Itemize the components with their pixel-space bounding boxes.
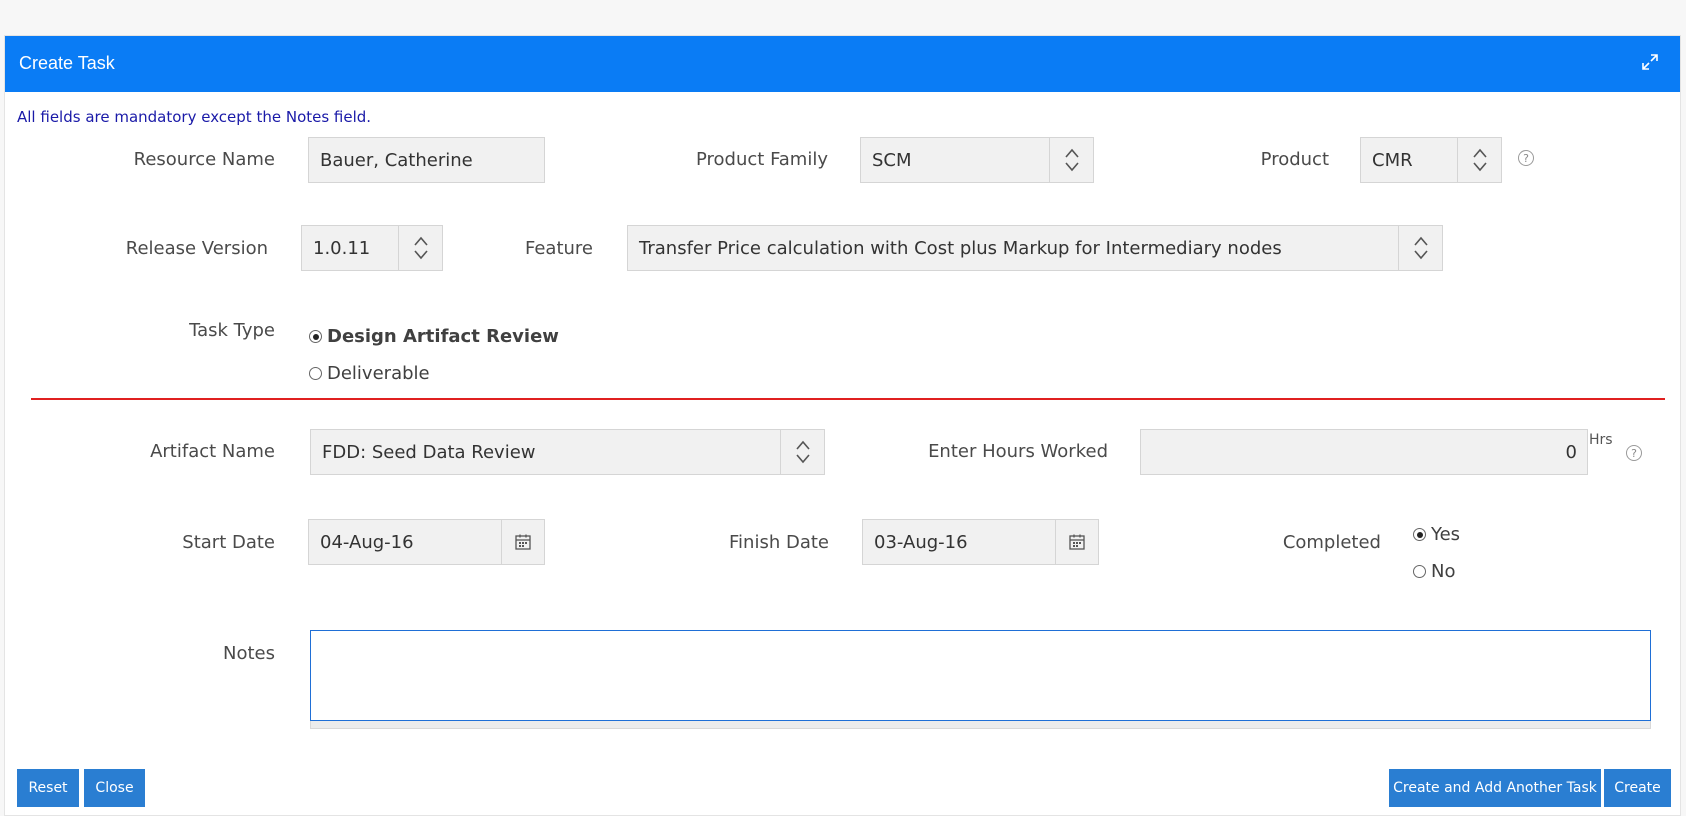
dialog-titlebar: Create Task xyxy=(5,36,1680,92)
resource-name-field[interactable]: Bauer, Catherine xyxy=(308,137,545,183)
create-button[interactable]: Create xyxy=(1604,769,1671,807)
calendar-icon[interactable] xyxy=(501,519,545,565)
updown-chevron-icon[interactable] xyxy=(1049,138,1093,182)
completed-radio-yes[interactable]: Yes xyxy=(1413,524,1460,545)
hours-worked-input[interactable]: 0 xyxy=(1140,429,1588,475)
radio-selected-icon xyxy=(1413,528,1426,541)
create-and-add-another-button[interactable]: Create and Add Another Task xyxy=(1389,769,1601,807)
radio-label: Design Artifact Review xyxy=(327,326,559,347)
completed-radio-no[interactable]: No xyxy=(1413,561,1455,582)
finish-date-input[interactable]: 03-Aug-16 xyxy=(862,519,1056,565)
radio-label: No xyxy=(1431,561,1456,582)
feature-select[interactable]: Transfer Price calculation with Cost plu… xyxy=(627,225,1443,271)
release-version-label: Release Version xyxy=(125,238,268,259)
close-button[interactable]: Close xyxy=(84,769,145,807)
hours-worked-value: 0 xyxy=(1565,441,1577,463)
updown-chevron-icon[interactable] xyxy=(1457,138,1501,182)
product-select[interactable]: CMR xyxy=(1360,137,1502,183)
finish-date-label: Finish Date xyxy=(729,532,829,553)
calendar-icon[interactable] xyxy=(1055,519,1099,565)
product-family-label: Product Family xyxy=(696,149,828,170)
expand-icon[interactable] xyxy=(1640,52,1660,72)
notes-textarea[interactable] xyxy=(310,630,1651,721)
hours-worked-label: Enter Hours Worked xyxy=(928,441,1108,462)
reset-button[interactable]: Reset xyxy=(17,769,79,807)
start-date-input[interactable]: 04-Aug-16 xyxy=(308,519,502,565)
mandatory-note: All fields are mandatory except the Note… xyxy=(17,108,372,126)
dialog-title: Create Task xyxy=(19,53,115,73)
product-label: Product xyxy=(1260,149,1329,170)
task-type-radio-deliverable[interactable]: Deliverable xyxy=(309,363,430,384)
section-divider xyxy=(31,398,1665,400)
finish-date-value: 03-Aug-16 xyxy=(874,531,968,553)
updown-chevron-icon[interactable] xyxy=(1398,226,1442,270)
radio-unselected-icon xyxy=(309,367,322,380)
artifact-name-select[interactable]: FDD: Seed Data Review xyxy=(310,429,825,475)
updown-chevron-icon[interactable] xyxy=(398,226,442,270)
radio-selected-icon xyxy=(309,330,322,343)
artifact-name-value: FDD: Seed Data Review xyxy=(322,441,536,463)
updown-chevron-icon[interactable] xyxy=(780,430,824,474)
feature-value: Transfer Price calculation with Cost plu… xyxy=(639,237,1282,259)
notes-resize-bar[interactable] xyxy=(310,721,1651,729)
start-date-label: Start Date xyxy=(182,532,275,553)
product-family-value: SCM xyxy=(872,149,912,171)
product-value: CMR xyxy=(1372,149,1413,171)
start-date-value: 04-Aug-16 xyxy=(320,531,414,553)
hours-help-icon[interactable]: ? xyxy=(1626,445,1642,461)
product-family-select[interactable]: SCM xyxy=(860,137,1094,183)
artifact-name-label: Artifact Name xyxy=(150,441,275,462)
create-task-dialog: Create Task All fields are mandatory exc… xyxy=(4,35,1681,816)
radio-unselected-icon xyxy=(1413,565,1426,578)
radio-label: Deliverable xyxy=(327,363,430,384)
resource-name-label: Resource Name xyxy=(133,149,275,170)
feature-label: Feature xyxy=(524,238,593,259)
product-help-icon[interactable]: ? xyxy=(1518,150,1534,166)
release-version-value: 1.0.11 xyxy=(313,237,371,259)
task-type-radio-design-artifact-review[interactable]: Design Artifact Review xyxy=(309,326,559,347)
resource-name-value: Bauer, Catherine xyxy=(320,149,473,171)
hours-unit: Hrs xyxy=(1589,432,1613,448)
notes-label: Notes xyxy=(223,643,275,664)
release-version-select[interactable]: 1.0.11 xyxy=(301,225,443,271)
completed-label: Completed xyxy=(1282,532,1381,553)
radio-label: Yes xyxy=(1431,524,1461,545)
task-type-label: Task Type xyxy=(189,320,275,341)
